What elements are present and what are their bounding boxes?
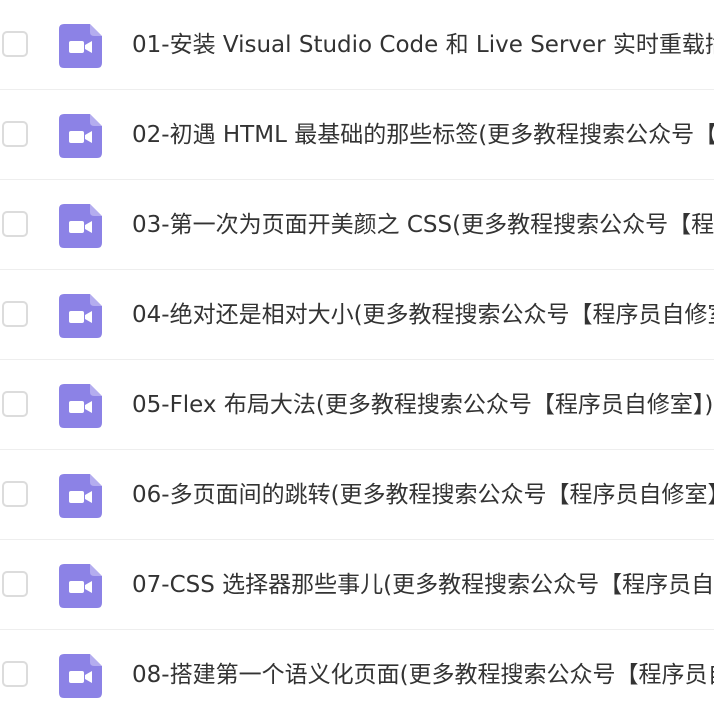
row-checkbox[interactable] bbox=[2, 481, 28, 507]
file-row[interactable]: 03-第一次为页面开美颜之 CSS(更多教程搜索公众号【程序员自修室】) bbox=[0, 180, 714, 270]
file-row[interactable]: 02-初遇 HTML 最基础的那些标签(更多教程搜索公众号【程序员自修室】) bbox=[0, 90, 714, 180]
row-checkbox[interactable] bbox=[2, 211, 28, 237]
file-name[interactable]: 01-安装 Visual Studio Code 和 Live Server 实… bbox=[132, 0, 714, 90]
video-file-icon bbox=[59, 384, 102, 428]
file-row[interactable]: 04-绝对还是相对大小(更多教程搜索公众号【程序员自修室】) bbox=[0, 270, 714, 360]
file-name[interactable]: 02-初遇 HTML 最基础的那些标签(更多教程搜索公众号【程序员自修室】) bbox=[132, 90, 714, 180]
video-file-icon bbox=[59, 294, 102, 338]
file-name[interactable]: 04-绝对还是相对大小(更多教程搜索公众号【程序员自修室】) bbox=[132, 270, 714, 360]
file-name[interactable]: 05-Flex 布局大法(更多教程搜索公众号【程序员自修室】) bbox=[132, 360, 713, 450]
file-list: 01-安装 Visual Studio Code 和 Live Server 实… bbox=[0, 0, 714, 716]
video-file-icon bbox=[59, 24, 102, 68]
row-checkbox[interactable] bbox=[2, 391, 28, 417]
video-file-icon bbox=[59, 654, 102, 698]
video-file-icon bbox=[59, 114, 102, 158]
row-checkbox[interactable] bbox=[2, 301, 28, 327]
file-row[interactable]: 06-多页面间的跳转(更多教程搜索公众号【程序员自修室】) bbox=[0, 450, 714, 540]
row-checkbox[interactable] bbox=[2, 31, 28, 57]
file-row[interactable]: 08-搭建第一个语义化页面(更多教程搜索公众号【程序员自修室】) bbox=[0, 630, 714, 716]
video-file-icon bbox=[59, 204, 102, 248]
file-row[interactable]: 05-Flex 布局大法(更多教程搜索公众号【程序员自修室】) bbox=[0, 360, 714, 450]
row-checkbox[interactable] bbox=[2, 121, 28, 147]
row-checkbox[interactable] bbox=[2, 661, 28, 687]
file-name[interactable]: 06-多页面间的跳转(更多教程搜索公众号【程序员自修室】) bbox=[132, 450, 714, 540]
video-file-icon bbox=[59, 474, 102, 518]
video-file-icon bbox=[59, 564, 102, 608]
file-name[interactable]: 03-第一次为页面开美颜之 CSS(更多教程搜索公众号【程序员自修室】) bbox=[132, 180, 714, 270]
file-name[interactable]: 07-CSS 选择器那些事儿(更多教程搜索公众号【程序员自修室】) bbox=[132, 540, 714, 630]
file-row[interactable]: 07-CSS 选择器那些事儿(更多教程搜索公众号【程序员自修室】) bbox=[0, 540, 714, 630]
file-name[interactable]: 08-搭建第一个语义化页面(更多教程搜索公众号【程序员自修室】) bbox=[132, 630, 714, 716]
row-checkbox[interactable] bbox=[2, 571, 28, 597]
file-row[interactable]: 01-安装 Visual Studio Code 和 Live Server 实… bbox=[0, 0, 714, 90]
